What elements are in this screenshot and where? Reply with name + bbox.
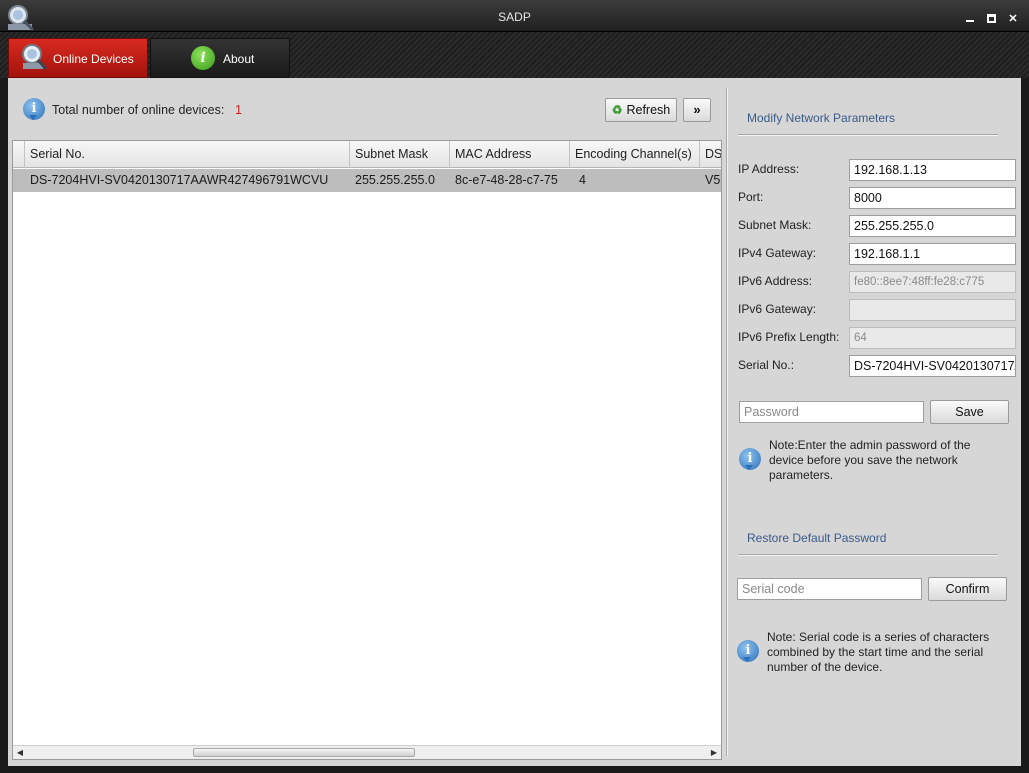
- minimize-icon: [966, 20, 974, 22]
- cell-channels: 4: [579, 173, 586, 187]
- device-list-panel: i Total number of online devices: 1 ♻ Ref…: [8, 78, 724, 766]
- refresh-label: Refresh: [626, 103, 671, 117]
- column-encoding-channels[interactable]: Encoding Channel(s): [570, 141, 700, 168]
- window-title: SADP: [498, 10, 531, 24]
- cell-mac: 8c-e7-48-28-c7-75: [455, 173, 558, 187]
- maximize-button[interactable]: [984, 12, 1000, 26]
- column-serial-no[interactable]: Serial No.: [25, 141, 350, 168]
- confirm-button[interactable]: Confirm: [928, 577, 1007, 601]
- ipv6-prefix-length-label: IPv6 Prefix Length:: [738, 330, 840, 344]
- panel-divider[interactable]: [726, 88, 728, 756]
- ipv6-prefix-length-field: 64: [849, 327, 1016, 349]
- network-parameters-panel: Modify Network Parameters IP Address: 19…: [730, 78, 1021, 766]
- ipv6-gateway-label: IPv6 Gateway:: [738, 302, 817, 316]
- ip-address-field[interactable]: 192.168.1.13: [849, 159, 1016, 181]
- column-subnet-mask[interactable]: Subnet Mask: [350, 141, 450, 168]
- tab-online-devices-label: Online Devices: [53, 52, 134, 66]
- about-info-icon: i: [191, 46, 215, 70]
- cell-serial: DS-7204HVI-SV0420130717AAWR427496791WCVU: [30, 173, 329, 187]
- window-bottom-border: [0, 766, 1029, 773]
- scroll-right-icon[interactable]: ▶: [708, 747, 720, 759]
- info-icon: i: [23, 98, 45, 120]
- serial-no-label: Serial No.:: [738, 358, 795, 372]
- ipv6-address-label: IPv6 Address:: [738, 274, 813, 288]
- column-mac-address[interactable]: MAC Address: [450, 141, 570, 168]
- double-chevron-right-icon: »: [693, 102, 701, 117]
- note-info-icon: i: [739, 448, 761, 470]
- scroll-left-icon[interactable]: ◀: [14, 747, 26, 759]
- refresh-button[interactable]: ♻ Refresh: [605, 98, 677, 122]
- ipv4-gateway-field[interactable]: 192.168.1.1: [849, 243, 1016, 265]
- serial-code-input[interactable]: Serial code: [737, 578, 922, 600]
- table-row[interactable]: DS-7204HVI-SV0420130717AAWR427496791WCVU…: [13, 169, 722, 192]
- serial-no-field[interactable]: DS-7204HVI-SV0420130717/: [849, 355, 1016, 377]
- column-ds[interactable]: DS: [700, 141, 721, 168]
- total-devices-label: Total number of online devices:: [52, 103, 225, 117]
- subnet-mask-field[interactable]: 255.255.255.0: [849, 215, 1016, 237]
- modify-section-rule: [738, 134, 998, 136]
- port-field[interactable]: 8000: [849, 187, 1016, 209]
- restore-note-info-icon: i: [737, 640, 759, 662]
- subnet-mask-label: Subnet Mask:: [738, 218, 812, 232]
- scrollbar-thumb[interactable]: [193, 748, 415, 757]
- sadp-window: SADP ✕ Online Devices i About i Total nu…: [0, 0, 1029, 773]
- modify-network-title: Modify Network Parameters: [747, 111, 896, 125]
- password-input[interactable]: Password: [739, 401, 924, 423]
- close-icon: ✕: [1008, 13, 1018, 25]
- cell-subnet: 255.255.255.0: [355, 173, 435, 187]
- tab-about-label: About: [223, 52, 255, 66]
- minimize-button[interactable]: [962, 12, 978, 26]
- expand-panel-button[interactable]: »: [683, 98, 711, 122]
- title-bar[interactable]: SADP ✕: [0, 0, 1029, 32]
- tab-about[interactable]: i About: [150, 38, 290, 78]
- tab-bar: Online Devices i About: [0, 32, 1029, 78]
- device-table: Serial No. Subnet Mask MAC Address Encod…: [12, 140, 722, 760]
- tab-online-devices[interactable]: Online Devices: [8, 38, 148, 78]
- restore-note: Note: Serial code is a series of charact…: [767, 630, 990, 674]
- ipv6-address-field: fe80::8ee7:48ff:fe28:c775: [849, 271, 1016, 293]
- save-note: Note:Enter the admin password of the dev…: [769, 438, 971, 482]
- save-button[interactable]: Save: [930, 400, 1009, 424]
- total-devices-count: 1: [235, 103, 242, 117]
- maximize-icon: [987, 14, 996, 23]
- header-spacer: [13, 141, 25, 168]
- ipv4-gateway-label: IPv4 Gateway:: [738, 246, 817, 260]
- ipv6-gateway-field: [849, 299, 1016, 321]
- horizontal-scrollbar[interactable]: ◀ ▶: [13, 745, 721, 759]
- refresh-icon: ♻: [611, 103, 623, 117]
- online-devices-icon: [22, 44, 48, 70]
- ip-address-label: IP Address:: [738, 162, 800, 176]
- restore-section-rule: [738, 554, 998, 556]
- port-label: Port:: [738, 190, 764, 204]
- cell-ds: V5.: [705, 173, 722, 187]
- table-header: Serial No. Subnet Mask MAC Address Encod…: [13, 141, 721, 168]
- main-content: i Total number of online devices: 1 ♻ Ref…: [8, 78, 1021, 766]
- restore-default-title: Restore Default Password: [747, 531, 887, 545]
- close-button[interactable]: ✕: [1005, 12, 1021, 26]
